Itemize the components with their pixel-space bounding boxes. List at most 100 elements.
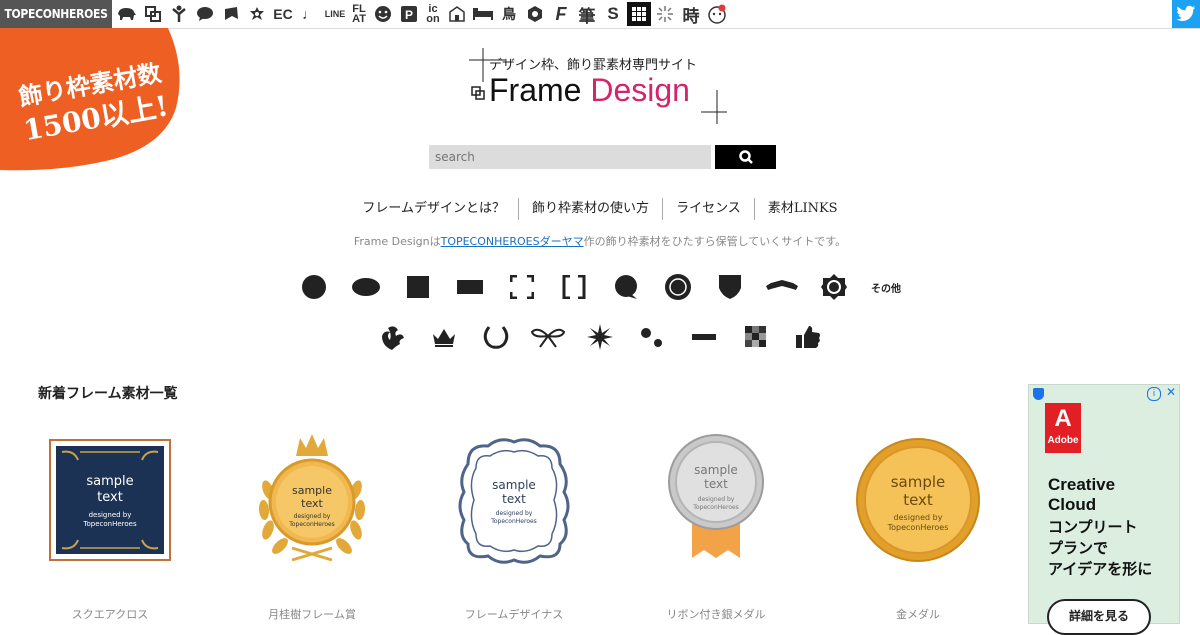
category-row-1: その他 — [0, 270, 1200, 304]
mosaic-icon[interactable] — [736, 320, 776, 354]
floral-flourish-icon[interactable] — [372, 320, 412, 354]
laurel-wreath-icon[interactable] — [476, 320, 516, 354]
frame-sample-line2: text — [97, 490, 123, 505]
dots-icon[interactable] — [632, 320, 672, 354]
square-brackets-icon[interactable] — [554, 270, 594, 304]
line-text-icon[interactable]: LINE — [323, 2, 347, 26]
rectangle-icon[interactable] — [450, 270, 490, 304]
frame-item[interactable]: sample text designed by TopeconHeroes スク… — [40, 430, 180, 622]
bow-knot-icon[interactable] — [528, 320, 568, 354]
brush-kanji-icon[interactable]: 筆 — [575, 2, 599, 26]
frame-sample-line1: sample — [292, 484, 332, 497]
frame-icon[interactable] — [141, 2, 165, 26]
ornament-octagon-icon[interactable] — [814, 270, 854, 304]
stamp-seal-icon[interactable] — [658, 270, 698, 304]
nav-links[interactable]: 素材LINKS — [755, 198, 851, 220]
tagline-before: Frame Designは — [353, 235, 441, 248]
person-icon[interactable] — [167, 2, 191, 26]
search-button[interactable] — [715, 145, 776, 169]
flat-text-icon[interactable]: FL AT — [349, 2, 369, 26]
music-note-icon[interactable]: ♩ — [297, 2, 321, 26]
frame-sample-line1: sample — [891, 473, 946, 491]
ad-close-icon[interactable]: ✕ — [1166, 385, 1176, 399]
line-dash-icon[interactable] — [684, 320, 724, 354]
frame-sample-line4: TopeconHeroes — [82, 520, 137, 528]
f-letter-icon[interactable]: F — [549, 2, 573, 26]
new-frames-heading: 新着フレーム素材一覧 — [38, 386, 178, 402]
frame-sample-line3: designed by — [89, 511, 132, 519]
ad-body-line2: プランで — [1048, 539, 1109, 557]
frame-sample-line2: text — [903, 491, 933, 509]
speech-bubble-icon[interactable] — [193, 2, 217, 26]
frame-item[interactable]: sample text designed by TopeconHeroes リボ… — [646, 430, 786, 622]
octagon-icon[interactable] — [523, 2, 547, 26]
nav-how-to-use[interactable]: 飾り枠素材の使い方 — [519, 198, 664, 220]
svg-text:P: P — [405, 8, 413, 22]
frame-thumbnail-laurel-award[interactable]: sample text designed by TopeconHeroes — [242, 430, 382, 570]
frame-sample-line4: TopeconHeroes — [692, 504, 739, 511]
speech-bubble-icon[interactable] — [606, 270, 646, 304]
grid-icon[interactable] — [627, 2, 651, 26]
adobe-logo: A Adobe — [1045, 403, 1081, 453]
frame-sample-line3: designed by — [496, 510, 533, 517]
ad-choices-shield-icon[interactable] — [1033, 388, 1044, 400]
face-icon[interactable] — [705, 2, 729, 26]
category-row-2 — [0, 320, 1200, 354]
ec-text-icon[interactable]: EC — [271, 2, 295, 26]
frame-thumbnail-ornate[interactable]: sample text designed by TopeconHeroes — [444, 430, 584, 570]
ad-info-icon[interactable]: i — [1147, 387, 1161, 401]
main-nav: フレームデザインとは？ 飾り枠素材の使い方 ライセンス 素材LINKS — [0, 198, 1200, 220]
ad-title-line2: Cloud — [1048, 495, 1097, 514]
adobe-ad[interactable]: i ✕ A Adobe Creative Cloud コンプリート プランで ア… — [1028, 384, 1180, 635]
corner-brackets-icon[interactable] — [502, 270, 542, 304]
frame-sample-line1: sample — [694, 463, 738, 477]
icon-text-icon[interactable]: ic on — [423, 2, 443, 26]
square-icon[interactable] — [398, 270, 438, 304]
frame-sample-line4: TopeconHeroes — [490, 518, 537, 525]
animal-icon[interactable] — [115, 2, 139, 26]
ad-title-line1: Creative — [1048, 475, 1116, 494]
ad-cta-button[interactable]: 詳細を見る — [1047, 599, 1151, 635]
search-input[interactable] — [429, 145, 711, 169]
frame-thumbnail-square-cross[interactable]: sample text designed by TopeconHeroes — [40, 430, 180, 570]
nav-license[interactable]: ライセンス — [663, 198, 755, 220]
other-text-icon[interactable]: その他 — [866, 270, 906, 304]
twitter-button[interactable] — [1172, 0, 1200, 28]
frame-thumbnail-gold-medal[interactable]: sample text designed by TopeconHeroes — [848, 430, 988, 570]
frame-item[interactable]: sample text designed by TopeconHeroes フレ… — [444, 430, 584, 622]
crown-icon[interactable] — [424, 320, 464, 354]
frame-sample-line2: text — [301, 497, 323, 510]
s-letter-icon[interactable]: S — [601, 2, 625, 26]
frame-sample-line2: text — [502, 492, 526, 506]
frame-item[interactable]: sample text designed by TopeconHeroes 金メ… — [848, 430, 988, 622]
sparkle-icon[interactable] — [653, 2, 677, 26]
tagline-author-link[interactable]: TOPECONHEROESダーヤマ — [441, 235, 584, 248]
ad-body: コンプリート プランで アイデアを形に — [1048, 517, 1178, 580]
ribbon-banner-icon[interactable] — [762, 270, 802, 304]
frame-sample-line3: designed by — [698, 496, 735, 503]
flower-icon[interactable] — [245, 2, 269, 26]
other-label: その他 — [871, 283, 901, 295]
smiley-icon[interactable] — [371, 2, 395, 26]
topeconheroes-logo[interactable]: TOPECONHEROES — [0, 0, 112, 28]
frame-sample-line4: TopeconHeroes — [288, 521, 335, 528]
thumbs-up-icon[interactable] — [788, 320, 828, 354]
frame-thumbnail-silver-medal[interactable]: sample text designed by TopeconHeroes — [646, 430, 786, 570]
parking-icon[interactable]: P — [397, 2, 421, 26]
starburst-icon[interactable] — [580, 320, 620, 354]
frame-sample-line4: TopeconHeroes — [887, 523, 949, 532]
time-kanji-icon[interactable]: 時 — [679, 2, 703, 26]
oval-icon[interactable] — [346, 270, 386, 304]
site-logo[interactable]: デザイン枠、飾り罫素材専門サイト Frame Design — [465, 46, 735, 126]
building-icon[interactable] — [445, 2, 469, 26]
nav-about[interactable]: フレームデザインとは？ — [349, 198, 520, 220]
bird-kanji-icon[interactable]: 鳥 — [497, 2, 521, 26]
shield-icon[interactable] — [710, 270, 750, 304]
circle-icon[interactable] — [294, 270, 334, 304]
frame-item[interactable]: sample text designed by TopeconHeroes 月桂… — [242, 430, 382, 622]
cursor-icon[interactable] — [219, 2, 243, 26]
bed-icon[interactable] — [471, 2, 495, 26]
frame-sample-line1: sample — [492, 478, 536, 492]
frame-sample-line1: sample — [86, 474, 133, 489]
frame-sample-line3: designed by — [294, 513, 331, 520]
